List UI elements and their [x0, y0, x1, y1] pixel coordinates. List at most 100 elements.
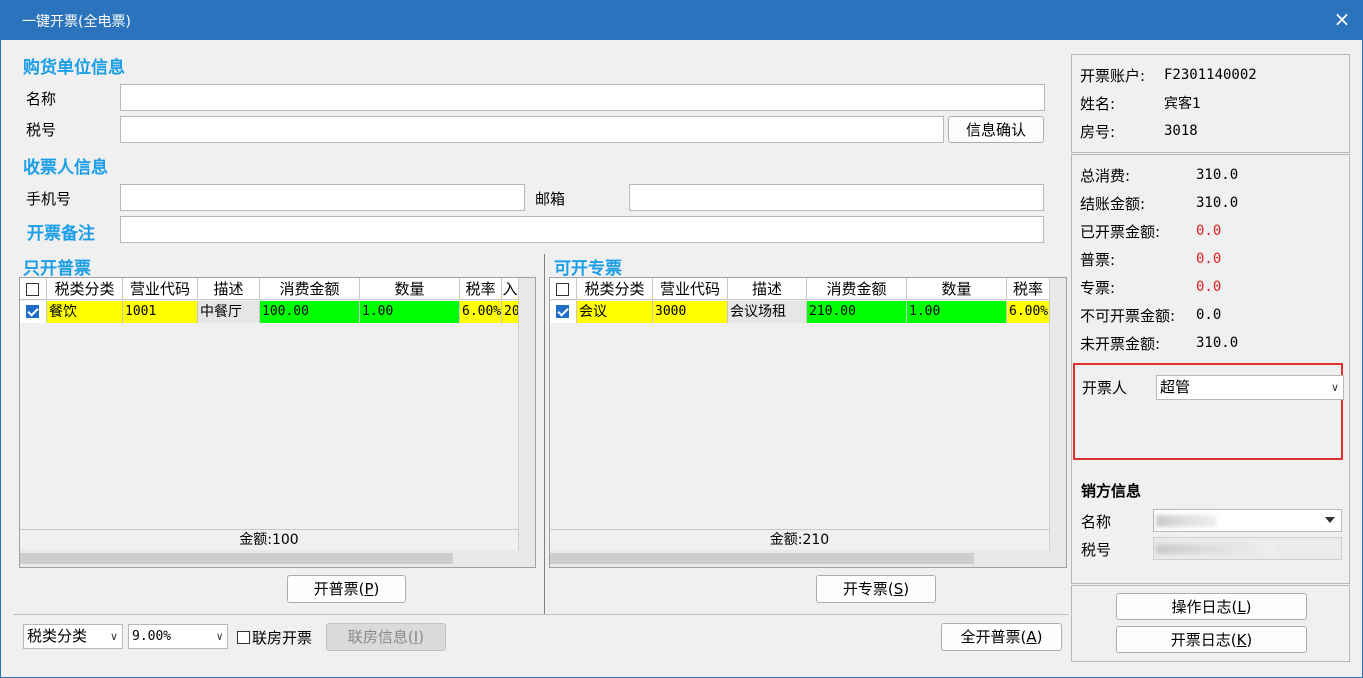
header-checkbox-cell [20, 278, 47, 300]
special-grid: 税类分类 营业代码 描述 消费金额 数量 税率 会议 3000 会议场租 210… [549, 277, 1067, 568]
normal-grid-vscrollbar[interactable] [518, 278, 535, 550]
issue-all-normal-button[interactable]: 全开普票(A) [941, 623, 1062, 651]
operation-log-button[interactable]: 操作日志(L) [1116, 593, 1307, 620]
joint-room-checkbox[interactable] [237, 631, 250, 644]
guest-name-label: 姓名: [1080, 95, 1116, 113]
normal-grid-header: 税类分类 营业代码 描述 消费金额 数量 税率 入 [20, 278, 518, 300]
invoice-log-button[interactable]: 开票日志(K) [1116, 626, 1307, 653]
cell-qty: 1.00 [907, 301, 1007, 323]
chevron-down-icon: ∨ [109, 630, 118, 643]
issue-special-button[interactable]: 开专票(S) [816, 575, 936, 603]
col-header[interactable]: 数量 [907, 278, 1007, 300]
special-select-all-checkbox[interactable] [556, 283, 569, 296]
issuer-label: 开票人 [1082, 379, 1128, 397]
account-panel: 开票账户: F2301140002 姓名: 宾客1 房号: 3018 [1071, 54, 1350, 153]
hscroll-thumb[interactable] [550, 553, 974, 564]
divider [550, 529, 1049, 530]
col-header[interactable]: 税率 [460, 278, 502, 300]
issuer-select[interactable]: 超管 ∨ [1156, 375, 1344, 400]
phone-input[interactable] [120, 184, 525, 211]
col-header[interactable]: 数量 [360, 278, 460, 300]
remark-input[interactable] [120, 216, 1044, 243]
tax-category-value: 税类分类 [27, 627, 88, 645]
summary-value: 0.0 [1196, 251, 1222, 267]
seller-section-title: 销方信息 [1081, 482, 1142, 500]
col-header[interactable]: 描述 [728, 278, 807, 300]
seller-name-label: 名称 [1081, 513, 1112, 531]
cell-amount: 100.00 [260, 301, 360, 323]
room-value: 3018 [1164, 123, 1198, 139]
email-input[interactable] [629, 184, 1044, 211]
summary-value: 310.0 [1196, 167, 1239, 183]
hscroll-thumb[interactable] [20, 553, 453, 564]
cell-code: 3000 [653, 301, 728, 323]
col-header[interactable]: 税类分类 [577, 278, 653, 300]
tax-rate-value: 9.00% [132, 629, 172, 644]
cell-rate: 6.00% [460, 301, 502, 323]
col-header[interactable]: 入 [502, 278, 518, 300]
chevron-down-icon: ∨ [216, 630, 223, 643]
cell-qty: 1.00 [360, 301, 460, 323]
table-row[interactable]: 餐饮 1001 中餐厅 100.00 1.00 6.00% 20 [20, 301, 518, 323]
tax-category-select[interactable]: 税类分类 ∨ [23, 624, 123, 649]
account-value: F2301140002 [1164, 67, 1257, 83]
summary-label: 未开票金额: [1080, 335, 1161, 353]
cell-code: 1001 [123, 301, 198, 323]
normal-grid-title: 只开普票 [23, 259, 91, 279]
summary-value: 0.0 [1196, 279, 1222, 295]
row-checkbox[interactable] [26, 305, 39, 318]
window-title: 一键开票(全电票) [22, 14, 131, 30]
cell-category: 餐饮 [47, 301, 123, 323]
joint-room-label[interactable]: 联房开票 [252, 627, 312, 648]
dropdown-triangle-icon [1325, 517, 1335, 523]
col-header[interactable]: 税率 [1007, 278, 1049, 300]
col-header[interactable]: 营业代码 [123, 278, 198, 300]
normal-grid-hscrollbar[interactable] [20, 550, 535, 567]
buyer-section-title: 购货单位信息 [23, 58, 125, 78]
summary-value: 0.0 [1196, 223, 1222, 239]
summary-value: 0.0 [1196, 307, 1222, 323]
special-grid-hscrollbar[interactable] [550, 550, 1066, 567]
joint-info-button[interactable]: 联房信息(I) [326, 623, 446, 651]
tax-rate-select[interactable]: 9.00% ∨ [128, 624, 228, 649]
chevron-down-icon: ∨ [1330, 381, 1339, 394]
table-row[interactable]: 会议 3000 会议场租 210.00 1.00 6.00% [550, 301, 1049, 323]
guest-name-value: 宾客1 [1164, 96, 1201, 112]
col-header[interactable]: 消费金额 [807, 278, 907, 300]
room-label: 房号: [1080, 123, 1116, 141]
cell-extra: 20 [502, 301, 518, 323]
col-header[interactable]: 营业代码 [653, 278, 728, 300]
buyer-name-label: 名称 [26, 90, 57, 108]
special-grid-title: 可开专票 [554, 259, 622, 279]
divider [20, 529, 518, 530]
special-grid-vscrollbar[interactable] [1049, 278, 1066, 550]
summary-value: 310.0 [1196, 195, 1239, 211]
cell-rate: 6.00% [1007, 301, 1049, 323]
header-checkbox-cell [550, 278, 577, 300]
normal-grid-total: 金额:100 [239, 532, 299, 548]
buyer-name-input[interactable] [120, 84, 1045, 111]
summary-panel: 总消费: 310.0 结账金额: 310.0 已开票金额: 0.0 普票: 0.… [1071, 154, 1350, 584]
buyer-tax-input[interactable] [120, 116, 944, 143]
issuer-value: 超管 [1160, 378, 1191, 396]
email-label: 邮箱 [535, 190, 566, 208]
row-checkbox[interactable] [556, 305, 569, 318]
info-confirm-button[interactable]: 信息确认 [948, 116, 1044, 143]
seller-tax-field [1153, 537, 1342, 560]
redacted-value [1156, 544, 1276, 554]
col-header[interactable]: 税类分类 [47, 278, 123, 300]
buyer-tax-label: 税号 [26, 121, 57, 139]
col-header[interactable]: 消费金额 [260, 278, 360, 300]
summary-label: 结账金额: [1080, 195, 1146, 213]
col-header[interactable]: 描述 [198, 278, 260, 300]
special-grid-total: 金额:210 [769, 532, 830, 548]
issue-normal-button[interactable]: 开普票(P) [287, 575, 406, 603]
remark-label: 开票备注 [27, 224, 95, 244]
log-panel: 操作日志(L) 开票日志(K) [1071, 585, 1350, 662]
normal-select-all-checkbox[interactable] [26, 283, 39, 296]
seller-name-select[interactable] [1153, 509, 1342, 532]
close-icon[interactable]: × [1331, 8, 1353, 30]
redacted-value [1156, 515, 1216, 527]
phone-label: 手机号 [26, 190, 72, 208]
summary-label: 总消费: [1080, 167, 1131, 185]
